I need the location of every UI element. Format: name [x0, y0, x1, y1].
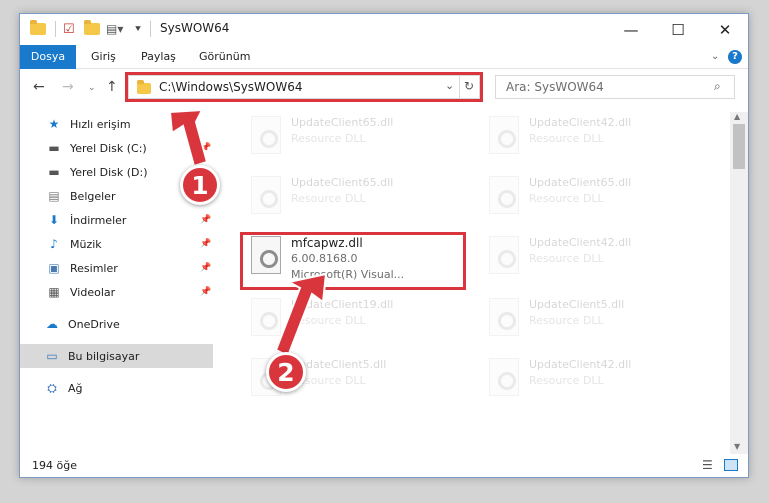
step-2-badge: 2	[266, 352, 306, 392]
annotation-arrows	[168, 108, 328, 358]
arrow-to-file	[274, 272, 328, 358]
step-1-badge: 1	[180, 165, 220, 205]
arrow-to-address-bar	[168, 108, 209, 168]
